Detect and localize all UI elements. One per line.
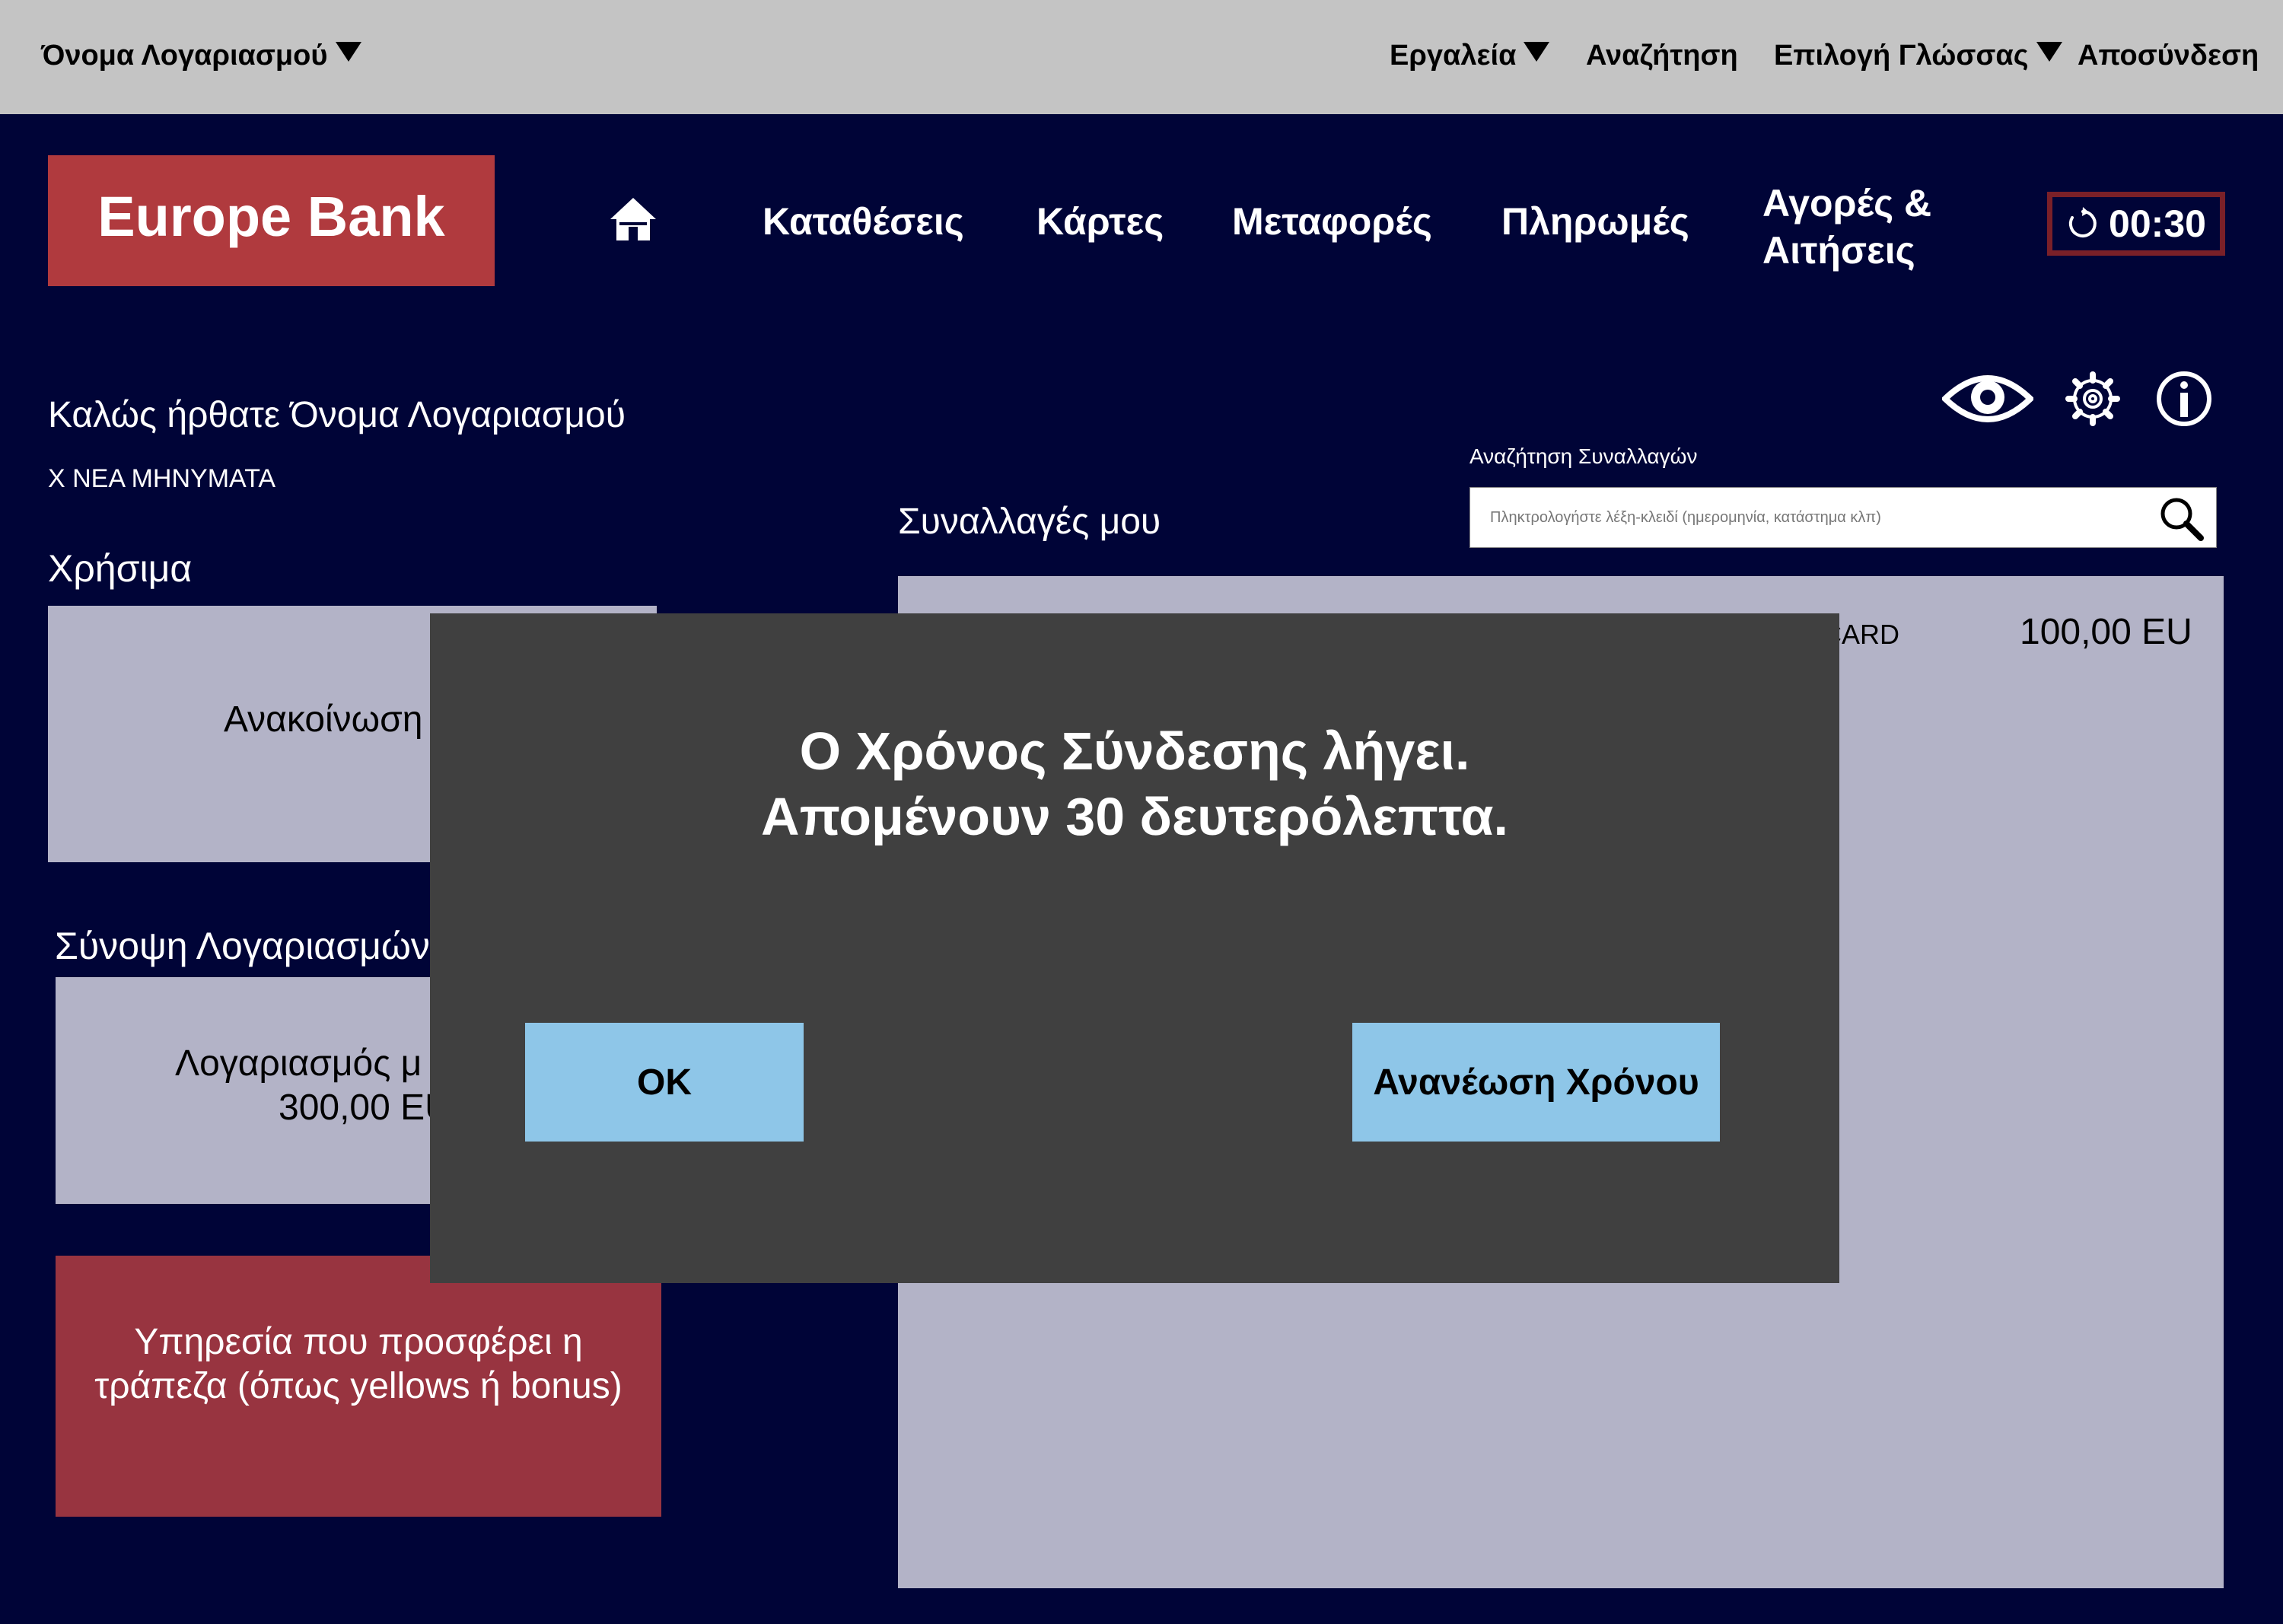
nav-purchases-applications[interactable]: Αγορές & Αιτήσεις — [1762, 180, 1931, 274]
caret-down-icon — [1524, 42, 1550, 62]
promo-text: Υπηρεσία που προσφέρει η τράπεζα (όπως y… — [94, 1322, 622, 1406]
nav-purchases-line1: Αγορές & — [1762, 182, 1932, 224]
announcement-text: Ανακοίνωση — [224, 699, 423, 740]
tools-menu-label: Εργαλεία — [1390, 40, 1517, 72]
nav-payments[interactable]: Πληρωμές — [1501, 199, 1689, 244]
account-balance: 300,00 EU — [279, 1087, 451, 1128]
refresh-icon — [2068, 207, 2097, 237]
nav-purchases-line2: Αιτήσεις — [1762, 229, 1915, 272]
tools-menu[interactable]: Εργαλεία — [1390, 35, 1550, 76]
nav-transfers[interactable]: Μεταφορές — [1232, 199, 1432, 244]
search-icon[interactable] — [2157, 494, 2205, 543]
gear-icon[interactable] — [2065, 371, 2120, 426]
top-utility-bar: Όνομα Λογαριασμού Εργαλεία Αναζήτηση Επι… — [0, 0, 2283, 114]
new-messages-link[interactable]: Χ ΝΕΑ ΜΗΝΥΜΑΤΑ — [48, 464, 275, 494]
welcome-greeting: Καλώς ήρθατε Όνομα Λογαριασμού — [48, 395, 626, 435]
transaction-search-input[interactable] — [1470, 488, 2155, 547]
session-timeout-line1: Ο Χρόνος Σύνδεσης λήγει. — [799, 721, 1470, 781]
account-name: Λογαριασμός μ — [175, 1043, 422, 1084]
eye-icon[interactable] — [1942, 368, 2033, 429]
useful-section-title: Χρήσιμα — [48, 547, 193, 590]
transaction-search-label: Αναζήτηση Συναλλαγών — [1469, 444, 1698, 468]
home-icon[interactable] — [609, 196, 658, 242]
logout-link[interactable]: Αποσύνδεση — [2078, 35, 2259, 76]
caret-down-icon — [2036, 42, 2062, 62]
ok-button[interactable]: OK — [525, 1023, 804, 1142]
my-transactions-title: Συναλλαγές μου — [898, 502, 1161, 542]
language-menu[interactable]: Επιλογή Γλώσσας — [1774, 35, 2062, 76]
session-timeout-message: Ο Χρόνος Σύνδεσης λήγει. Απομένουν 30 δε… — [430, 718, 1839, 849]
search-link[interactable]: Αναζήτηση — [1586, 35, 1738, 76]
caret-down-icon — [335, 42, 361, 62]
language-menu-label: Επιλογή Γλώσσας — [1774, 40, 2029, 72]
session-timer-value: 00:30 — [2109, 202, 2206, 245]
session-timeout-dialog: Ο Χρόνος Σύνδεσης λήγει. Απομένουν 30 δε… — [430, 613, 1839, 1283]
account-menu-label: Όνομα Λογαριασμού — [41, 40, 328, 72]
transaction-amount: 100,00 EU — [2020, 612, 2192, 652]
info-icon[interactable] — [2155, 370, 2213, 428]
bank-logo[interactable]: Europe Bank — [48, 155, 495, 286]
session-timeout-line2: Απομένουν 30 δευτερόλεπτα. — [761, 787, 1508, 846]
nav-cards[interactable]: Κάρτες — [1036, 199, 1164, 244]
session-timer[interactable]: 00:30 — [2047, 192, 2225, 256]
transaction-search-box — [1469, 487, 2217, 548]
bank-service-promo[interactable]: Υπηρεσία που προσφέρει η τράπεζα (όπως y… — [56, 1256, 661, 1517]
renew-session-button[interactable]: Ανανέωση Χρόνου — [1352, 1023, 1720, 1142]
account-menu[interactable]: Όνομα Λογαριασμού — [41, 35, 361, 76]
accounts-summary-title: Σύνοψη Λογαριασμών — [55, 925, 430, 967]
nav-deposits[interactable]: Καταθέσεις — [763, 199, 964, 244]
